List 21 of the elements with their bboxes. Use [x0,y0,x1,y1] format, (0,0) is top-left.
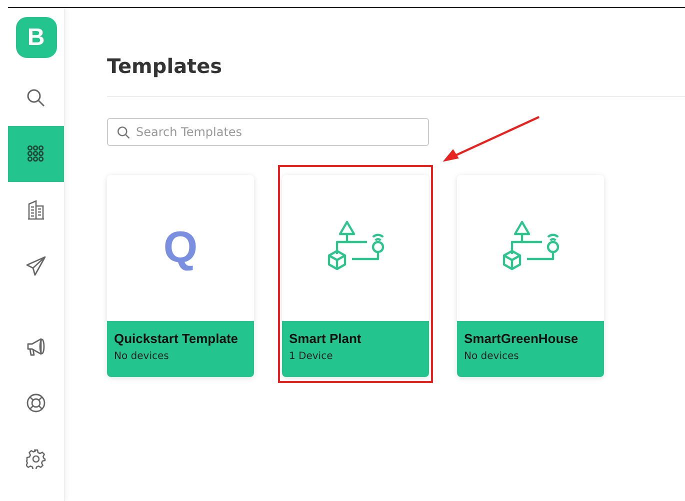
search-icon [117,126,130,139]
templates-nav-item[interactable] [8,126,64,182]
device-count: No devices [114,351,170,362]
grid-icon [27,145,45,163]
megaphone-icon [26,337,46,357]
lifebuoy-icon [26,393,46,413]
building-icon [27,200,45,220]
template-letter: Q [163,223,198,273]
settings-icon [26,449,46,469]
page-title: Templates [107,54,224,78]
template-name: SmartGreenHouse [464,331,580,346]
device-count: 1 Device [289,351,334,362]
template-card[interactable]: Smart Plant 1 Device [282,175,429,377]
template-card[interactable]: SmartGreenHouse No devices [457,175,604,377]
device-count: No devices [464,351,520,362]
search-icon [26,88,46,108]
template-card[interactable]: Q Quickstart Template No devices [107,175,254,377]
template-name: Quickstart Template [114,331,240,346]
paper-plane-icon [26,256,46,276]
template-name: Smart Plant [289,331,362,346]
search-field[interactable]: Search Templates [107,118,429,146]
